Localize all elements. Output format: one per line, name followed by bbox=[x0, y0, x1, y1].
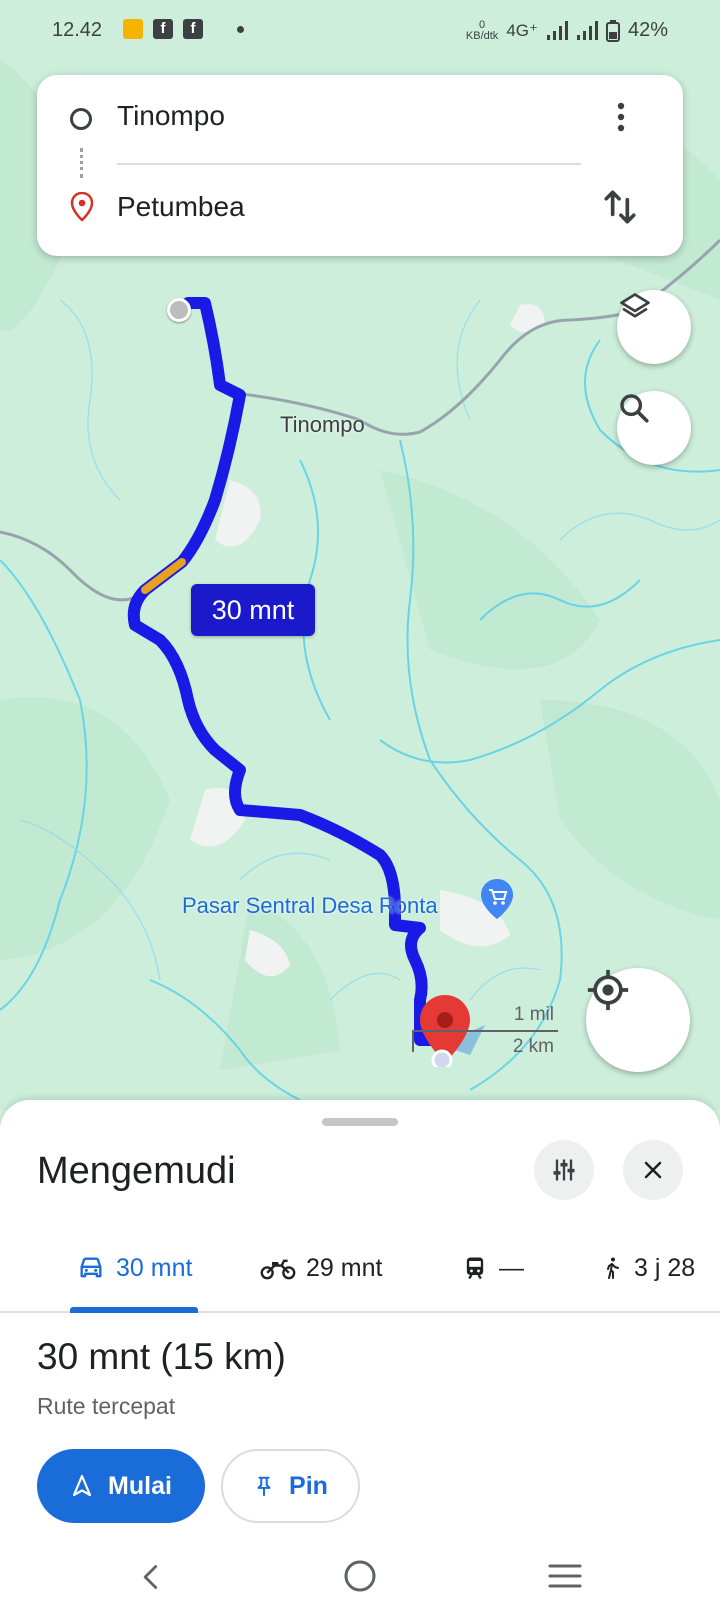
swap-button[interactable] bbox=[598, 185, 642, 229]
mode-title: Mengemudi bbox=[37, 1150, 236, 1192]
home-icon[interactable] bbox=[342, 1558, 378, 1594]
dot-icon bbox=[237, 25, 244, 33]
tab-transit-label: — bbox=[499, 1253, 524, 1282]
search-button[interactable] bbox=[617, 391, 691, 465]
status-bar: 12.42 f f 0 KB/dtk 4G⁺ 42% bbox=[0, 0, 720, 62]
train-icon bbox=[466, 1257, 484, 1280]
more-options-button[interactable] bbox=[607, 97, 635, 137]
navigation-icon bbox=[72, 1474, 92, 1497]
layers-button[interactable] bbox=[617, 290, 691, 364]
back-icon[interactable] bbox=[137, 1560, 165, 1594]
status-right: 0 KB/dtk 4G⁺ 42% bbox=[466, 19, 668, 42]
start-button-label: Mulai bbox=[108, 1471, 172, 1500]
pin-button-label: Pin bbox=[289, 1471, 328, 1500]
tab-driving[interactable]: 30 mnt bbox=[76, 1225, 192, 1311]
car-icon bbox=[80, 1257, 102, 1278]
origin-field[interactable]: Tinompo bbox=[117, 100, 225, 132]
status-time: 12.42 bbox=[52, 19, 103, 41]
pin-button[interactable]: Pin bbox=[221, 1449, 360, 1523]
destination-field[interactable]: Petumbea bbox=[117, 191, 245, 223]
system-nav-bar bbox=[0, 1544, 720, 1612]
net-speed: 0 KB/dtk bbox=[465, 18, 499, 42]
start-button[interactable]: Mulai bbox=[37, 1449, 205, 1523]
tab-driving-label: 30 mnt bbox=[116, 1253, 193, 1282]
recents-menu-icon[interactable] bbox=[548, 1562, 582, 1590]
notification-app-icon bbox=[123, 19, 143, 39]
dots-connector bbox=[80, 148, 83, 178]
tab-walking[interactable]: 3 j 28 bbox=[600, 1225, 695, 1311]
tune-icon bbox=[553, 1159, 575, 1181]
active-tab-indicator bbox=[70, 1307, 198, 1313]
tab-walking-label: 3 j 28 bbox=[634, 1253, 696, 1282]
place-label: Tinompo bbox=[280, 412, 365, 437]
scale-mi: 1 mil bbox=[513, 1004, 554, 1025]
facebook-icon: f bbox=[153, 19, 173, 39]
scale-km: 2 km bbox=[512, 1036, 554, 1057]
divider bbox=[117, 163, 581, 165]
close-button[interactable] bbox=[623, 1140, 683, 1200]
destination-pin-icon bbox=[70, 192, 94, 222]
battery-icon bbox=[605, 19, 620, 42]
search-icon bbox=[620, 394, 649, 423]
battery-percent: 42% bbox=[627, 19, 668, 41]
scale-bar: 1 mil 2 km bbox=[412, 998, 558, 1058]
signal-icon bbox=[576, 20, 598, 40]
network-type: 4G⁺ bbox=[506, 20, 538, 40]
motorcycle-icon bbox=[260, 1259, 296, 1280]
signal-icon bbox=[546, 20, 568, 40]
tab-transit[interactable]: — bbox=[461, 1225, 524, 1311]
directions-sheet: Mengemudi 30 mnt 29 mnt — 3 j 28 30 mnt … bbox=[0, 1100, 720, 1612]
my-location-button[interactable] bbox=[586, 968, 690, 1072]
route-description: Rute tercepat bbox=[37, 1393, 176, 1419]
crosshair-icon bbox=[587, 969, 629, 1011]
facebook-icon: f bbox=[183, 19, 203, 39]
walk-icon bbox=[607, 1257, 619, 1279]
swap-vert-icon bbox=[604, 190, 636, 224]
tab-motorcycle[interactable]: 29 mnt bbox=[260, 1225, 382, 1311]
notification-icons: f f bbox=[123, 19, 244, 39]
poi-label[interactable]: Pasar Sentral Desa Ronta bbox=[182, 893, 438, 919]
pin-icon bbox=[257, 1476, 271, 1497]
options-button[interactable] bbox=[534, 1140, 594, 1200]
origin-marker[interactable] bbox=[167, 298, 191, 322]
tab-motorcycle-label: 29 mnt bbox=[306, 1253, 383, 1282]
travel-mode-tabs: 30 mnt 29 mnt — 3 j 28 bbox=[0, 1225, 720, 1313]
duration-bubble[interactable]: 30 mnt bbox=[191, 584, 315, 636]
directions-card: Tinompo Petumbea bbox=[37, 75, 683, 256]
more-vert-icon bbox=[617, 102, 625, 132]
origin-circle-icon bbox=[70, 108, 92, 130]
route-duration: 30 mnt (15 km) bbox=[37, 1336, 286, 1377]
close-icon bbox=[644, 1161, 662, 1179]
layers-icon bbox=[620, 293, 650, 318]
drag-handle[interactable] bbox=[322, 1118, 398, 1126]
